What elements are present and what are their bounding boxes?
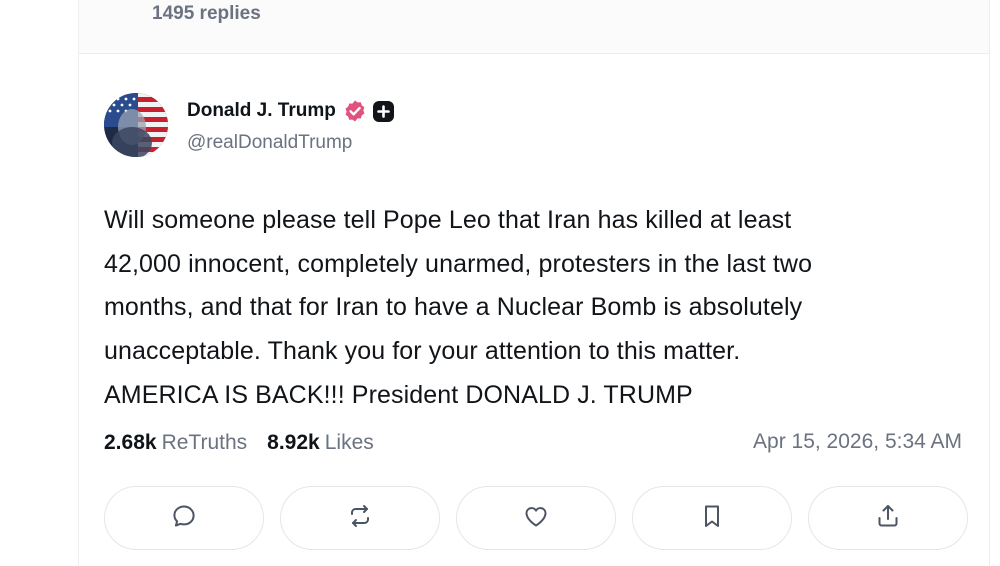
repost-icon	[345, 501, 375, 536]
post-body: Will someone please tell Pope Leo that I…	[104, 199, 974, 418]
avatar[interactable]	[104, 93, 168, 157]
retruths-label: ReTruths	[161, 431, 248, 454]
retruth-button[interactable]	[280, 486, 440, 550]
bookmark-icon	[697, 501, 727, 536]
previous-post-footer: 1495 replies	[79, 0, 989, 54]
author-handle[interactable]: @realDonaldTrump	[187, 132, 352, 154]
timeline-column: 1495 replies Donald J. Trump @realDonald…	[78, 0, 990, 566]
verified-badge-icon	[343, 99, 367, 123]
post-stats: 2.68k ReTruths 8.92k Likes	[104, 428, 394, 458]
comment-icon	[169, 501, 199, 536]
bookmark-button[interactable]	[632, 486, 792, 550]
post-text-line: AMERICA IS BACK!!! President DONALD J. T…	[104, 380, 693, 409]
share-button[interactable]	[808, 486, 968, 550]
post-actions-bar	[104, 486, 968, 550]
avatar-image	[104, 93, 168, 157]
author-name-row: Donald J. Trump	[187, 97, 394, 125]
author-display-name[interactable]: Donald J. Trump	[187, 100, 336, 122]
post-text-line: 42,000 innocent, completely unarmed, pro…	[104, 249, 813, 278]
reply-button[interactable]	[104, 486, 264, 550]
post-text-line: Will someone please tell Pope Leo that I…	[104, 206, 792, 234]
post-card: Donald J. Trump @realDonaldTrump Will so…	[79, 54, 989, 566]
likes-stat[interactable]: 8.92k Likes	[267, 431, 374, 455]
like-button[interactable]	[456, 486, 616, 550]
share-icon	[873, 501, 903, 536]
post-text-line: unacceptable. Thank you for your attenti…	[104, 337, 741, 366]
post-text-line: months, and that for Iran to have a Nucl…	[104, 293, 803, 322]
retruths-count: 2.68k	[104, 431, 157, 454]
post-timestamp[interactable]: Apr 15, 2026, 5:34 AM	[753, 430, 962, 454]
plus-badge-icon	[372, 100, 394, 122]
heart-icon	[521, 501, 551, 536]
replies-count-link[interactable]: 1495 replies	[152, 3, 261, 25]
likes-count: 8.92k	[267, 431, 320, 454]
likes-label: Likes	[324, 431, 374, 454]
retruths-stat[interactable]: 2.68k ReTruths	[104, 431, 247, 455]
